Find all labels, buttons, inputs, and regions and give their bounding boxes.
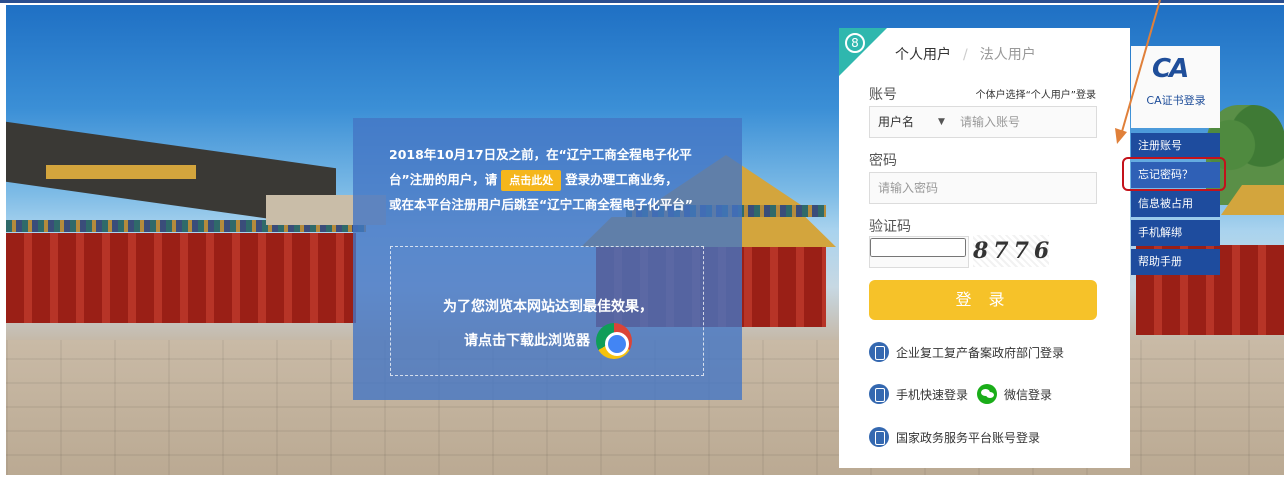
tab-personal-user[interactable]: 个人用户 bbox=[895, 44, 951, 64]
info-occupied-link[interactable]: 信息被占用 bbox=[1131, 191, 1220, 217]
captcha-image[interactable]: 8776 bbox=[973, 235, 1049, 267]
chrome-icon[interactable] bbox=[596, 323, 632, 359]
highlight-outline bbox=[1122, 157, 1226, 191]
gov-dept-login-label: 企业复工复产备案政府部门登录 bbox=[896, 345, 1065, 360]
help-manual-link[interactable]: 帮助手册 bbox=[1131, 249, 1220, 275]
notice-line-2: 台”注册的用户，请 点击此处 登录办理工商业务， bbox=[389, 167, 729, 192]
wechat-login-link[interactable]: 微信登录 bbox=[977, 384, 1052, 404]
gov-dept-login-link[interactable]: 企业复工复产备案政府部门登录 bbox=[869, 342, 1064, 362]
browser-line-1: 为了您浏览本网站达到最佳效果， bbox=[443, 299, 653, 315]
password-input[interactable] bbox=[870, 173, 1090, 203]
notice-text: 2018年10月17日及之前，在“辽宁工商全程电子化平 台”注册的用户，请 点击此… bbox=[389, 142, 729, 217]
notice-line-2a: 台”注册的用户，请 bbox=[389, 172, 498, 187]
ca-login-label: CA证书登录 bbox=[1146, 94, 1206, 107]
account-type-value: 用户名 bbox=[878, 115, 915, 129]
corner-badge bbox=[839, 28, 887, 76]
notice-line-1: 2018年10月17日及之前，在“辽宁工商全程电子化平 bbox=[389, 147, 692, 162]
notice-line-3: 或在本平台注册用户后跳至“辽宁工商全程电子化平台” bbox=[389, 197, 693, 212]
account-field: 用户名 ▼ bbox=[869, 106, 1097, 138]
click-here-button[interactable]: 点击此处 bbox=[501, 170, 562, 191]
top-border bbox=[0, 0, 1284, 3]
left-roof-trim bbox=[46, 165, 196, 179]
tab-separator: / bbox=[963, 47, 968, 63]
browser-line-2: 请点击下载此浏览器 bbox=[391, 323, 705, 359]
mobile-login-link[interactable]: 手机快速登录 bbox=[869, 384, 968, 404]
account-input[interactable] bbox=[952, 107, 1092, 137]
ca-logo-icon: CA bbox=[1152, 54, 1189, 84]
national-platform-login-link[interactable]: 国家政务服务平台账号登录 bbox=[869, 427, 1040, 447]
tab-corporate-user[interactable]: 法人用户 bbox=[980, 44, 1036, 64]
account-hint: 个体户选择“个人用户”登录 bbox=[975, 90, 1096, 101]
user-type-tabs: 个人用户 / 法人用户 bbox=[895, 44, 1036, 64]
password-field bbox=[869, 172, 1097, 204]
browser-line-2-text: 请点击下载此浏览器 bbox=[464, 333, 590, 349]
login-button[interactable]: 登 录 bbox=[869, 280, 1097, 320]
caret-down-icon: ▼ bbox=[938, 117, 945, 127]
unbind-phone-link[interactable]: 手机解绑 bbox=[1131, 220, 1220, 246]
ca-certificate-login[interactable]: CA CA证书登录 bbox=[1131, 46, 1220, 128]
left-red-colonnade bbox=[6, 233, 356, 323]
browser-text: 为了您浏览本网站达到最佳效果， 请点击下载此浏览器 bbox=[391, 291, 705, 359]
mobile-login-label: 手机快速登录 bbox=[896, 387, 969, 402]
wechat-login-label: 微信登录 bbox=[1004, 387, 1053, 402]
captcha-label: 验证码 bbox=[869, 219, 911, 235]
login-panel: 8 个人用户 / 法人用户 账号 个体户选择“个人用户”登录 用户名 ▼ 密码 验证… bbox=[839, 28, 1130, 468]
phone-icon bbox=[869, 342, 889, 362]
notice-line-2b: 登录办理工商业务， bbox=[565, 172, 678, 187]
captcha-input[interactable] bbox=[870, 238, 966, 257]
browser-recommendation: 为了您浏览本网站达到最佳效果， 请点击下载此浏览器 bbox=[390, 246, 704, 376]
national-platform-login-label: 国家政务服务平台账号登录 bbox=[896, 430, 1041, 445]
captcha-field bbox=[869, 236, 969, 268]
password-label: 密码 bbox=[869, 153, 897, 169]
side-menu: 注册账号 忘记密码？ 信息被占用 手机解绑 帮助手册 bbox=[1131, 133, 1220, 278]
wechat-icon bbox=[977, 384, 997, 404]
register-account-link[interactable]: 注册账号 bbox=[1131, 133, 1220, 159]
account-label: 账号 bbox=[869, 87, 897, 103]
account-type-select[interactable]: 用户名 ▼ bbox=[870, 107, 950, 137]
user-circle-icon: 8 bbox=[845, 33, 865, 53]
phone-icon bbox=[869, 427, 889, 447]
phone-icon bbox=[869, 384, 889, 404]
legacy-platform-notice: 2018年10月17日及之前，在“辽宁工商全程电子化平 台”注册的用户，请 点击此… bbox=[353, 118, 742, 400]
